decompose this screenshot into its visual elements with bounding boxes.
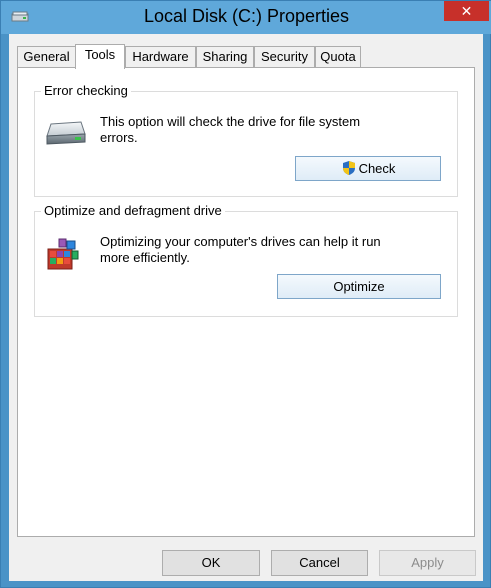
dialog-client: General Tools Hardware Sharing Security … [9, 34, 483, 581]
defrag-icon [47, 238, 79, 270]
cancel-button[interactable]: Cancel [271, 550, 368, 576]
check-button-label: Check [358, 161, 396, 176]
optimize-button[interactable]: Optimize [277, 274, 441, 299]
error-checking-description: This option will check the drive for fil… [100, 114, 361, 145]
hard-drive-icon [46, 121, 86, 145]
tab-quota[interactable]: Quota [315, 46, 361, 68]
tab-sharing[interactable]: Sharing [196, 46, 254, 68]
uac-shield-icon [342, 161, 355, 175]
tab-hardware[interactable]: Hardware [125, 46, 196, 68]
properties-window: Local Disk (C:) Properties ✕ General Too… [0, 0, 491, 588]
check-button[interactable]: Check [295, 156, 441, 181]
tab-general[interactable]: General [17, 46, 76, 68]
ok-button[interactable]: OK [162, 550, 260, 576]
optimize-description: Optimizing your computer's drives can he… [100, 234, 381, 265]
tab-security[interactable]: Security [254, 46, 315, 68]
error-checking-title: Error checking [41, 83, 131, 98]
window-title: Local Disk (C:) Properties [143, 6, 350, 26]
error-checking-group: Error checking This option will check th… [34, 83, 458, 197]
optimize-group: Optimize and defragment drive Optimizing… [34, 203, 458, 317]
close-button[interactable]: ✕ [444, 1, 489, 21]
apply-button[interactable]: Apply [379, 550, 476, 576]
title-bar[interactable]: Local Disk (C:) Properties ✕ [1, 1, 491, 34]
tools-panel: Error checking This option will check th… [17, 67, 475, 537]
optimize-title: Optimize and defragment drive [41, 203, 225, 218]
tab-tools[interactable]: Tools [75, 44, 125, 69]
